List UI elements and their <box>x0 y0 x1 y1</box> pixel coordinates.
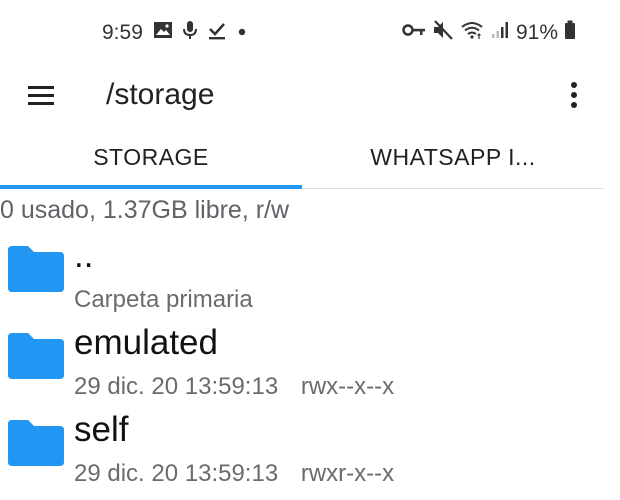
key-icon <box>402 22 426 43</box>
status-time: 9:59 <box>102 20 143 44</box>
tab-whatsapp[interactable]: WHATSAPP I... <box>302 132 604 188</box>
file-name: emulated <box>74 323 218 362</box>
image-icon <box>153 21 173 44</box>
file-permissions: rwxr-x--x <box>300 460 395 487</box>
active-tab-indicator <box>0 185 302 189</box>
storage-summary: 0 usado, 1.37GB libre, r/w <box>0 196 290 224</box>
file-name: .. <box>74 236 94 275</box>
more-options-icon[interactable] <box>564 78 584 112</box>
file-permissions: rwx--x--x <box>300 373 395 400</box>
toolbar: /storage <box>0 66 620 126</box>
file-date: 29 dic. 20 13:59:13 <box>74 460 279 487</box>
status-right: 91% <box>402 20 576 45</box>
folder-icon <box>6 331 66 381</box>
file-meta: 29 dic. 20 13:59:13 rwx--x--x <box>74 373 394 401</box>
tab-bar: STORAGE WHATSAPP I... <box>0 132 604 189</box>
path-title: /storage <box>106 78 215 111</box>
list-item[interactable]: .. Carpeta primaria <box>0 236 620 323</box>
file-date: Carpeta primaria <box>74 286 253 313</box>
battery-percent: 91% <box>515 20 558 44</box>
menu-icon[interactable] <box>22 80 60 112</box>
wifi-icon <box>460 20 484 45</box>
file-date: 29 dic. 20 13:59:13 <box>74 373 279 400</box>
folder-icon <box>6 244 66 294</box>
signal-icon <box>490 20 510 45</box>
dot-icon <box>237 24 247 42</box>
folder-icon <box>6 418 66 468</box>
check-download-icon <box>207 20 227 45</box>
mic-icon <box>182 20 197 45</box>
mute-icon <box>432 20 454 45</box>
tab-storage[interactable]: STORAGE <box>0 132 302 188</box>
list-item[interactable]: self 29 dic. 20 13:59:13 rwxr-x--x <box>0 410 620 497</box>
status-bar: 9:59 91% <box>0 0 620 66</box>
file-meta: 29 dic. 20 13:59:13 rwxr-x--x <box>74 460 394 488</box>
battery-icon <box>564 20 576 45</box>
status-left: 9:59 <box>102 20 247 45</box>
file-name: self <box>74 410 129 449</box>
list-item[interactable]: emulated 29 dic. 20 13:59:13 rwx--x--x <box>0 323 620 410</box>
file-meta: Carpeta primaria <box>74 286 253 314</box>
file-list: .. Carpeta primaria emulated 29 dic. 20 … <box>0 236 620 497</box>
